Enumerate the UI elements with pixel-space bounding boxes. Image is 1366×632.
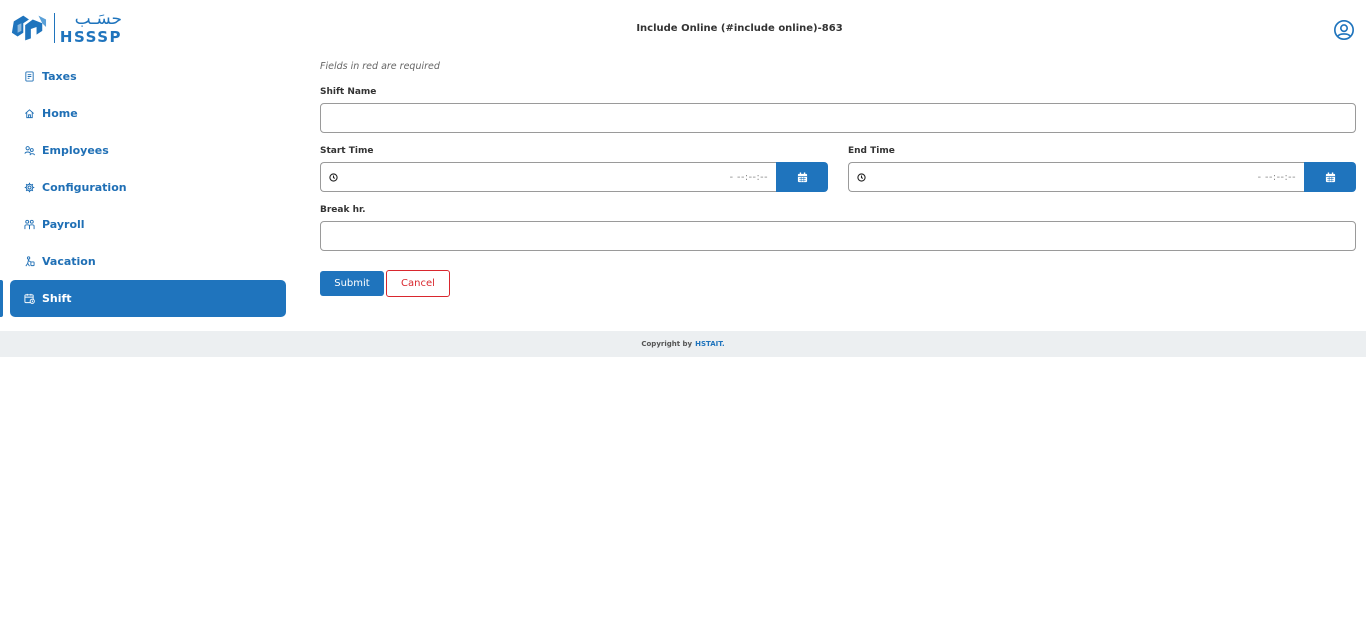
user-circle-icon[interactable]	[1333, 19, 1355, 41]
sidebar-item-vacation[interactable]: Vacation	[10, 243, 286, 280]
vacation-icon	[23, 256, 35, 268]
end-time-group: End Time - --:--:--	[848, 146, 1356, 192]
home-icon	[23, 108, 35, 120]
end-time-calendar-button[interactable]	[1304, 162, 1356, 192]
app-root: حسَـب HSSSP Include Online (#include onl…	[0, 0, 1366, 632]
receipt-icon	[23, 71, 35, 83]
gear-icon	[23, 182, 35, 194]
end-time-placeholder: - --:--:--	[1257, 171, 1296, 183]
shift-name-group: Shift Name	[320, 87, 1356, 133]
clock-icon	[329, 172, 338, 182]
end-time-field: - --:--:--	[848, 162, 1356, 192]
shift-name-input[interactable]	[320, 103, 1356, 133]
shift-calendar-icon	[23, 293, 35, 305]
start-time-field: - --:--:--	[320, 162, 828, 192]
sidebar-item-label: Employees	[42, 144, 109, 157]
active-indicator	[0, 280, 3, 317]
sidebar-item-taxes[interactable]: Taxes	[10, 58, 286, 95]
users-icon	[23, 145, 35, 157]
start-time-input[interactable]: - --:--:--	[320, 162, 776, 192]
sidebar-item-payroll[interactable]: Payroll	[10, 206, 286, 243]
end-time-input[interactable]: - --:--:--	[848, 162, 1304, 192]
end-time-label: End Time	[848, 146, 895, 156]
sidebar-item-label: Taxes	[42, 70, 77, 83]
shift-form: Fields in red are required Shift Name St…	[320, 58, 1356, 297]
sidebar-item-employees[interactable]: Employees	[10, 132, 286, 169]
start-time-placeholder: - --:--:--	[729, 171, 768, 183]
sidebar-item-label: Payroll	[42, 218, 85, 231]
sidebar-item-configuration[interactable]: Configuration	[10, 169, 286, 206]
start-time-calendar-button[interactable]	[776, 162, 828, 192]
footer-brand-link[interactable]: HSTAIT.	[695, 340, 725, 348]
sidebar-item-label: Vacation	[42, 255, 96, 268]
page-title: Include Online (#include online)-863	[636, 23, 843, 34]
sidebar-item-label: Shift	[42, 292, 72, 305]
sidebar-item-shift[interactable]: Shift	[0, 280, 286, 317]
break-hr-label: Break hr.	[320, 205, 366, 215]
top-header: حسَـب HSSSP Include Online (#include onl…	[0, 0, 1366, 60]
required-hint: Fields in red are required	[320, 61, 440, 72]
payroll-icon	[23, 219, 35, 231]
copyright-text: Copyright by	[641, 340, 693, 348]
page-footer: Copyright by HSTAIT.	[0, 331, 1366, 357]
submit-button[interactable]: Submit	[320, 271, 384, 296]
form-actions: Submit Cancel	[320, 270, 1356, 297]
calendar-icon	[797, 171, 807, 182]
calendar-icon	[1325, 171, 1335, 182]
shift-name-label: Shift Name	[320, 87, 377, 97]
start-time-label: Start Time	[320, 146, 374, 156]
break-hr-input[interactable]	[320, 221, 1356, 251]
cancel-button[interactable]: Cancel	[386, 270, 450, 297]
clock-icon	[857, 172, 866, 182]
time-row: Start Time - --:--:-- End Time - --:--:-…	[320, 146, 1356, 192]
sidebar-item-label: Configuration	[42, 181, 127, 194]
sidebar-item-label: Home	[42, 107, 78, 120]
sidebar-item-home[interactable]: Home	[10, 95, 286, 132]
start-time-group: Start Time - --:--:--	[320, 146, 828, 192]
sidebar-nav: Taxes Home Employees Configuration Payro…	[0, 58, 300, 317]
break-hr-group: Break hr.	[320, 205, 1356, 251]
